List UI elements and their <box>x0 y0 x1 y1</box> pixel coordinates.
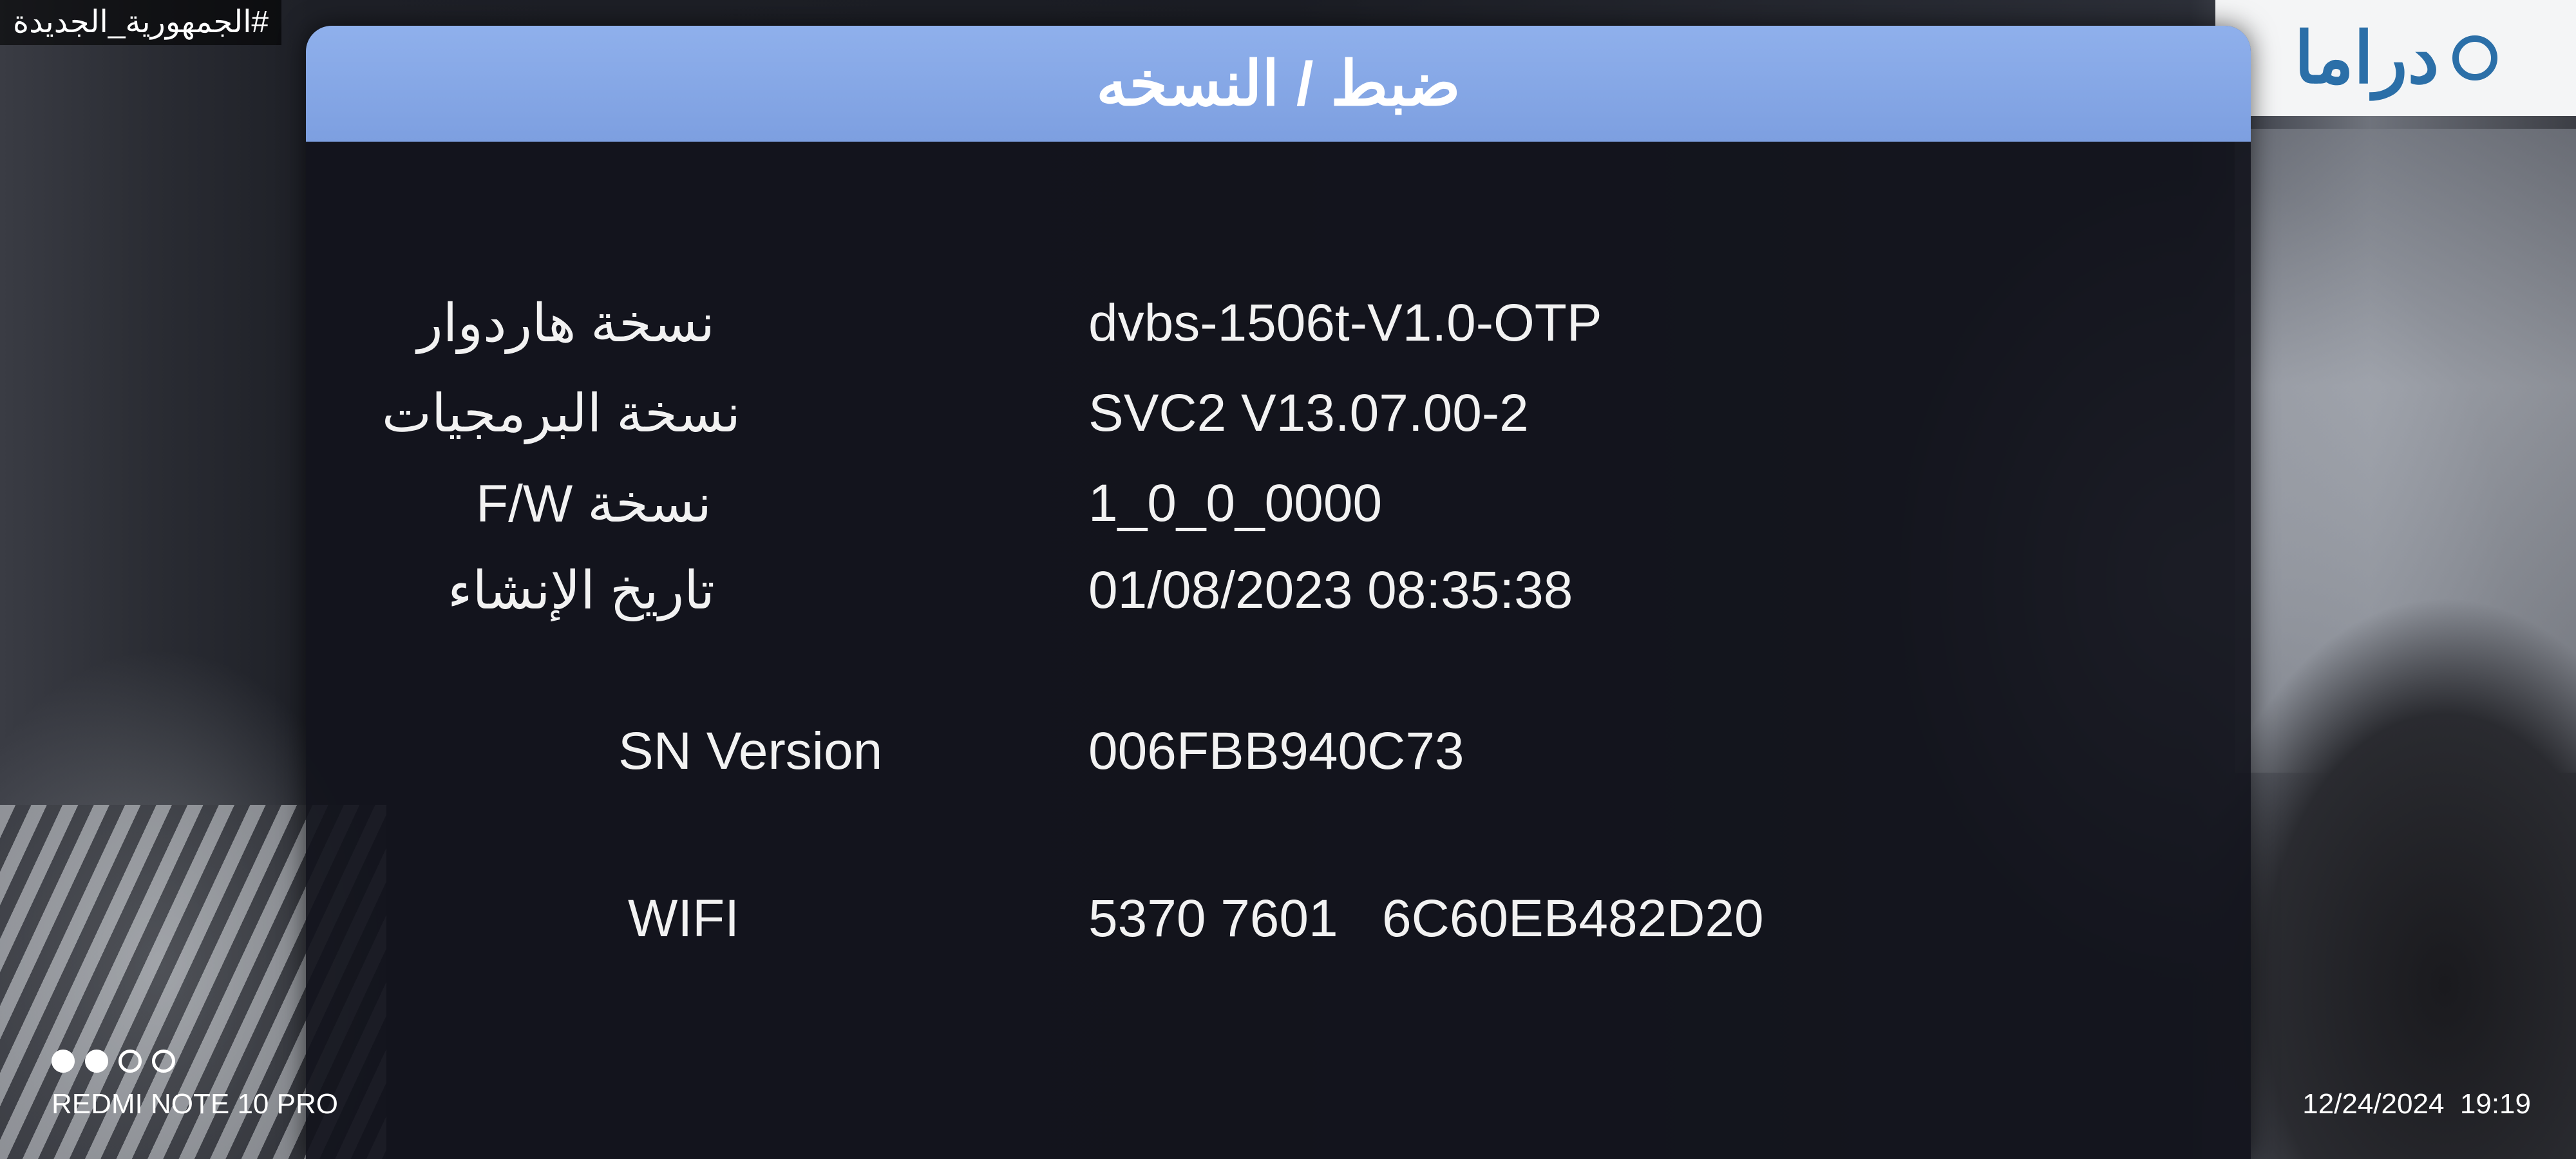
dialog-header: ضبط / النسخه <box>306 26 2251 142</box>
info-value: dvbs-1506t-V1.0-OTP <box>1088 294 1602 352</box>
channel-mark-icon <box>2452 35 2497 80</box>
camera-watermark-dots <box>52 1050 175 1073</box>
info-label: نسخة F/W <box>476 475 712 533</box>
info-value: 006FBB940C73 <box>1088 722 1464 780</box>
camera-device-label: REDMI NOTE 10 PRO <box>52 1088 338 1120</box>
dialog-title: ضبط / النسخه <box>1096 50 1461 118</box>
watermark-dot-icon <box>52 1050 75 1073</box>
watermark-dot-icon <box>85 1050 108 1073</box>
info-label: SN Version <box>618 722 883 780</box>
channel-logo-text: دراما <box>2294 19 2439 98</box>
camera-datetime-label: 12/24/2024 19:19 <box>2302 1088 2531 1120</box>
watermark-dot-icon <box>118 1050 142 1073</box>
info-label: نسخة البرمجيات <box>381 384 741 443</box>
info-value: 01/08/2023 08:35:38 <box>1088 561 1573 619</box>
info-value: SVC2 V13.07.00-2 <box>1088 384 1529 442</box>
info-value: 5370 7601 6C60EB482D20 <box>1088 889 1764 948</box>
info-label: WIFI <box>628 889 740 948</box>
info-label: نسخة هاردوار <box>417 294 715 353</box>
info-label: تاريخ الإنشاء <box>447 561 715 620</box>
info-value: 1_0_0_0000 <box>1088 474 1383 532</box>
channel-hashtag: #الجمهورية_الجديدة <box>0 0 282 45</box>
version-info-dialog: ضبط / النسخه نسخة هاردوار dvbs-1506t-V1.… <box>306 26 2251 1159</box>
channel-logo: دراما <box>2215 0 2576 116</box>
watermark-dot-icon <box>152 1050 175 1073</box>
